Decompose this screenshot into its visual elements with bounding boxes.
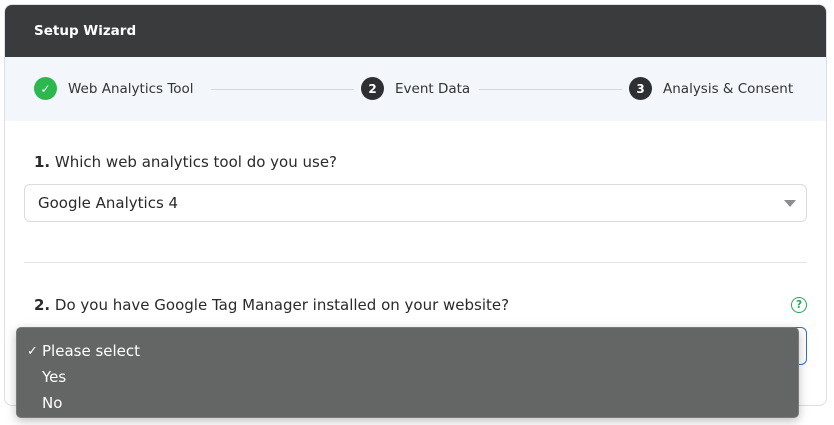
dropdown-option-yes[interactable]: Yes bbox=[17, 364, 798, 390]
wizard-stepper: ✓ Web Analytics Tool 2 Event Data 3 Anal… bbox=[5, 57, 826, 121]
step-web-analytics-tool[interactable]: ✓ Web Analytics Tool bbox=[34, 77, 194, 100]
question-text: Which web analytics tool do you use? bbox=[50, 153, 338, 171]
option-label: Please select bbox=[42, 342, 141, 360]
analytics-tool-select[interactable]: Google Analytics 4 bbox=[24, 184, 807, 222]
step-event-data[interactable]: 2 Event Data bbox=[361, 77, 470, 100]
question-circle-icon[interactable]: ? bbox=[791, 297, 807, 313]
step-analysis-consent[interactable]: 3 Analysis & Consent bbox=[629, 77, 793, 100]
question-2-label: 2. Do you have Google Tag Manager instal… bbox=[34, 296, 509, 314]
selected-value: Google Analytics 4 bbox=[38, 194, 179, 212]
check-circle-icon: ✓ bbox=[34, 77, 57, 100]
caret-down-icon bbox=[784, 200, 796, 207]
step-label: Web Analytics Tool bbox=[68, 80, 194, 97]
option-label: Yes bbox=[42, 368, 67, 386]
wizard-title: Setup Wizard bbox=[34, 23, 137, 39]
dropdown-option-no[interactable]: No bbox=[17, 390, 798, 416]
dropdown-option-please-select[interactable]: ✓ Please select bbox=[17, 338, 798, 364]
question-1-label: 1. Which web analytics tool do you use? bbox=[34, 153, 337, 171]
step-connector bbox=[211, 89, 354, 90]
section-divider bbox=[24, 262, 807, 263]
question-number: 2. bbox=[34, 296, 51, 314]
gtm-options-dropdown: ✓ Please select Yes No bbox=[16, 327, 799, 418]
step-label: Analysis & Consent bbox=[663, 80, 794, 97]
step-number-badge: 3 bbox=[629, 77, 652, 100]
step-connector bbox=[479, 89, 622, 90]
option-label: No bbox=[42, 394, 63, 412]
wizard-header: Setup Wizard bbox=[5, 5, 826, 57]
question-text: Do you have Google Tag Manager installed… bbox=[50, 296, 510, 314]
step-label: Event Data bbox=[395, 80, 471, 97]
step-number-badge: 2 bbox=[361, 77, 384, 100]
question-number: 1. bbox=[34, 153, 51, 171]
checkmark-icon: ✓ bbox=[27, 343, 38, 359]
